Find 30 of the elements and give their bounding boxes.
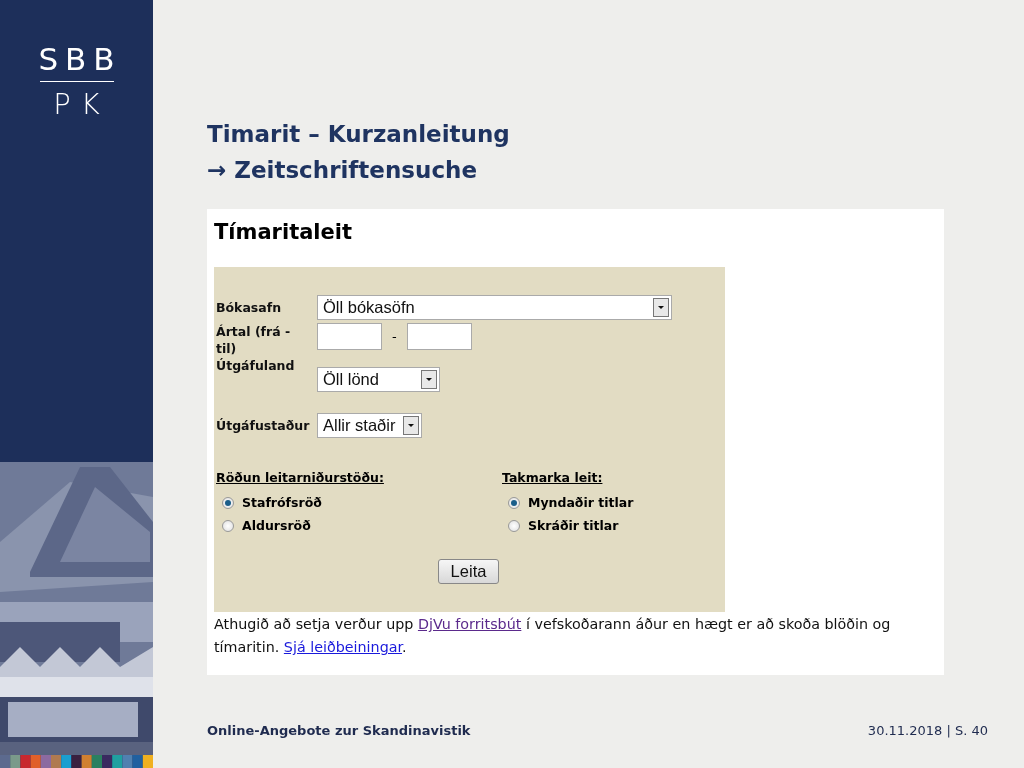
radio-button[interactable] — [508, 496, 520, 509]
text-link[interactable]: DjVu forritsbút — [417, 616, 522, 632]
dropdown[interactable]: Allir staðir — [317, 413, 422, 438]
group-heading: Takmarka leit: — [502, 470, 603, 485]
footer-title: Online-Angebote zur Skandinavistik — [207, 723, 471, 738]
radio-label[interactable]: Aldursröð — [242, 518, 311, 533]
search-button[interactable]: Leita — [437, 559, 500, 584]
field-label: Útgáfustaður — [216, 417, 311, 434]
slide-title: Timarit – Kurzanleitung — [207, 120, 510, 149]
field-label: Bókasafn — [216, 299, 283, 316]
text-link[interactable]: Sjá leiðbeiningar — [283, 639, 403, 655]
page-heading: Tímaritaleit — [214, 219, 353, 246]
range-separator: - — [392, 329, 397, 344]
radio-label[interactable]: Stafrófsröð — [242, 495, 322, 510]
radio-button[interactable] — [222, 496, 234, 509]
radio-label[interactable]: Myndaðir titlar — [528, 495, 634, 510]
dropdown[interactable]: Öll bókasöfn — [317, 295, 672, 320]
field-label: Ártal (frá - til) — [216, 323, 292, 357]
radio-button[interactable] — [508, 519, 520, 532]
logo: SBB PK — [37, 40, 123, 123]
field-label: Útgáfuland — [216, 357, 296, 374]
group-heading: Röðun leitarniðurstöðu: — [216, 470, 384, 485]
date-page: 30.11.2018 | S. 40 — [867, 723, 988, 738]
slide-subtitle: → Zeitschriftensuche — [207, 156, 477, 185]
year-from-field[interactable] — [317, 323, 382, 350]
note-text: Athugið að setja verður upp DjVu forritsbút í vefskoðarann áður en hægt er að skoða blöðin og tímaritin. Sjá leiðbeiningar. — [214, 615, 892, 657]
year-to-field[interactable] — [406, 323, 472, 350]
radio-button[interactable] — [222, 519, 234, 532]
dropdown[interactable]: Öll lönd — [317, 367, 440, 392]
radio-label[interactable]: Skráðir titlar — [528, 518, 619, 533]
